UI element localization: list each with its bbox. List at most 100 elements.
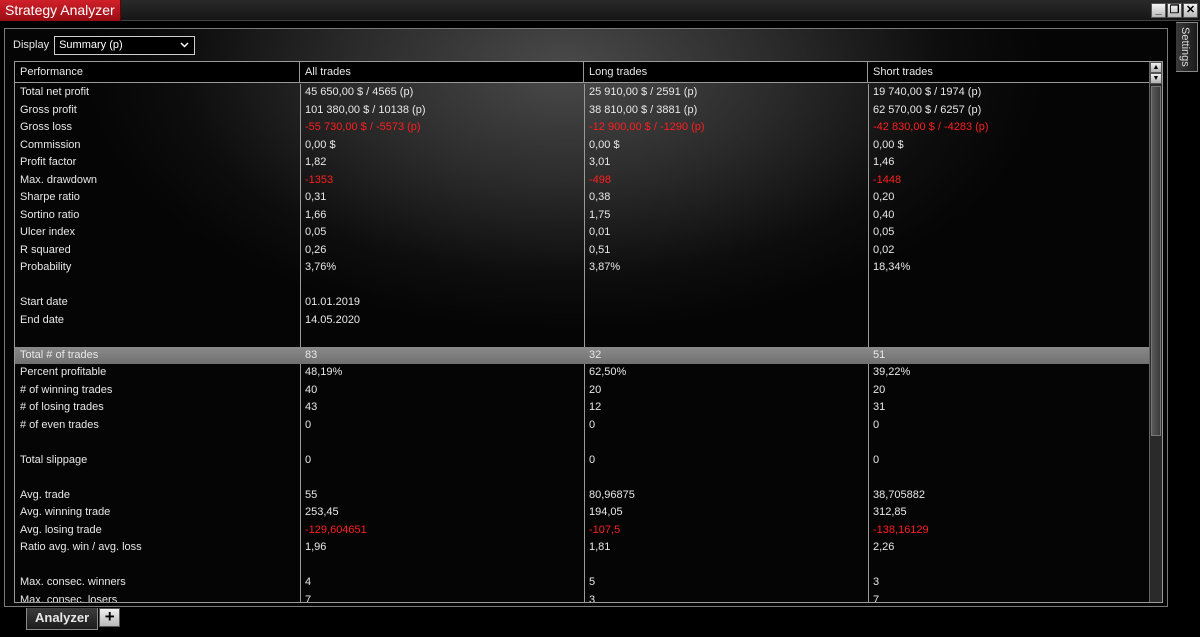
cell-all-trades: 7 [305, 593, 312, 603]
table-row[interactable]: Avg. trade 55 80,96875 38,705882 [15, 487, 1150, 505]
table-row[interactable]: End date 14.05.2020 [15, 312, 1150, 330]
table-row[interactable]: Total slippage 0 0 0 [15, 452, 1150, 470]
tab-analyzer[interactable]: Analyzer [26, 608, 99, 630]
table-row[interactable] [15, 329, 1150, 347]
cell-all-trades [300, 469, 584, 487]
display-dropdown-value: Summary (p) [59, 38, 123, 51]
cell-short-trades: 0,40 [873, 208, 895, 221]
row-label: Avg. losing trade [20, 523, 102, 536]
table-row[interactable]: Probability 3,76% 3,87% 18,34% [15, 259, 1150, 277]
table-row[interactable]: Max. consec. winners 4 5 3 [15, 574, 1150, 592]
column-header-short-trades[interactable]: Short trades [868, 62, 1150, 83]
cell-short-trades: 62 570,00 $ / 6257 (p) [873, 103, 982, 116]
column-header-performance[interactable]: Performance [15, 62, 300, 83]
table-row[interactable] [15, 469, 1150, 487]
table-row[interactable]: # of losing trades 43 12 31 [15, 399, 1150, 417]
table-row[interactable]: Max. consec. losers 7 3 7 [15, 592, 1150, 603]
performance-grid: Performance All trades Long trades Short… [14, 61, 1163, 603]
cell-short-trades: 20 [873, 383, 886, 396]
vertical-scrollbar[interactable]: ▲ ▼ [1149, 62, 1162, 602]
restore-button[interactable]: ❐ [1167, 3, 1182, 18]
table-row[interactable]: Commission 0,00 $ 0,00 $ 0,00 $ [15, 137, 1150, 155]
row-label [15, 557, 300, 575]
table-row[interactable] [15, 557, 1150, 575]
cell-all-trades: 0,31 [305, 191, 327, 203]
cell-all-trades: 01.01.2019 [305, 296, 361, 308]
table-row[interactable]: Start date 01.01.2019 [15, 294, 1150, 312]
cell-all-trades [300, 434, 584, 452]
settings-side-tab[interactable]: Settings [1176, 22, 1198, 72]
cell-long-trades: 3 [589, 593, 596, 603]
table-row[interactable]: R squared 0,26 0,51 0,02 [15, 242, 1150, 260]
cell-short-trades: 2,26 [873, 541, 895, 553]
cell-long-trades: 3,87% [589, 261, 621, 273]
close-button[interactable]: ✕ [1183, 3, 1198, 18]
row-label: # of losing trades [20, 401, 104, 413]
table-row[interactable] [15, 434, 1150, 452]
cell-long-trades: 1,81 [589, 541, 611, 553]
cell-all-trades: -129,604651 [305, 523, 367, 536]
bottom-tab-bar: Analyzer + [26, 608, 121, 630]
column-header-all-trades[interactable]: All trades [300, 62, 584, 83]
cell-short-trades: 39,22% [873, 366, 911, 378]
cell-long-trades: 12 [589, 401, 602, 413]
table-row[interactable]: Total net profit 45 650,00 $ / 4565 (p) 25… [15, 84, 1150, 102]
row-label: Profit factor [20, 156, 77, 168]
cell-short-trades [868, 469, 1150, 487]
cell-short-trades: 7 [873, 593, 880, 603]
scroll-down-button[interactable]: ▼ [1150, 73, 1162, 84]
cell-all-trades [300, 329, 584, 347]
table-row[interactable] [15, 277, 1150, 295]
cell-long-trades [584, 312, 868, 330]
row-label: Ratio avg. win / avg. loss [20, 541, 142, 553]
table-row[interactable]: Profit factor 1,82 3,01 1,46 [15, 154, 1150, 172]
table-row[interactable]: Max. drawdown -1353 -498 -1448 [15, 172, 1150, 190]
cell-long-trades [584, 277, 868, 295]
cell-all-trades [300, 277, 584, 295]
settings-tab-label: Settings [1179, 27, 1191, 67]
table-row[interactable]: # of even trades 0 0 0 [15, 417, 1150, 435]
cell-all-trades: 4 [305, 576, 312, 588]
cell-long-trades: 0 [589, 418, 596, 431]
cell-long-trades: 0,00 $ [589, 138, 620, 151]
table-row[interactable]: # of winning trades 40 20 20 [15, 382, 1150, 400]
cell-short-trades: 38,705882 [873, 488, 925, 501]
cell-long-trades [584, 434, 868, 452]
cell-long-trades: 25 910,00 $ / 2591 (p) [589, 86, 698, 98]
scroll-up-button[interactable]: ▲ [1150, 62, 1162, 73]
cell-long-trades: 0,38 [589, 191, 611, 203]
cell-short-trades [868, 329, 1150, 347]
table-row[interactable]: Ratio avg. win / avg. loss 1,96 1,81 2,26 [15, 539, 1150, 557]
column-header-long-trades[interactable]: Long trades [584, 62, 868, 83]
cell-long-trades: 62,50% [589, 366, 627, 378]
cell-all-trades: -55 730,00 $ / -5573 (p) [305, 121, 421, 133]
table-row[interactable]: Sortino ratio 1,66 1,75 0,40 [15, 207, 1150, 225]
table-row[interactable]: Ulcer index 0,05 0,01 0,05 [15, 224, 1150, 242]
table-row[interactable]: Avg. winning trade 253,45 194,05 312,85 [15, 504, 1150, 522]
row-label [15, 469, 300, 487]
table-row[interactable]: Gross profit 101 380,00 $ / 10138 (p) 38 8… [15, 102, 1150, 120]
row-label: # of even trades [20, 418, 99, 431]
table-row[interactable]: Avg. losing trade -129,604651 -107,5 -138,1… [15, 522, 1150, 540]
table-row[interactable]: Percent profitable 48,19% 62,50% 39,22% [15, 364, 1150, 382]
scroll-thumb[interactable] [1151, 86, 1161, 436]
minimize-button[interactable]: _ [1151, 3, 1166, 18]
grid-header: Performance All trades Long trades Short… [15, 62, 1150, 83]
cell-short-trades: -138,16129 [873, 523, 929, 536]
row-label: Total # of trades [20, 348, 99, 361]
cell-short-trades: 18,34% [873, 261, 911, 273]
cell-short-trades [868, 557, 1150, 575]
cell-short-trades: 0,05 [873, 226, 895, 238]
table-row[interactable]: Total # of trades 83 32 51 [15, 346, 1150, 364]
window-title: Strategy Analyzer [0, 0, 121, 21]
table-row[interactable]: Gross loss -55 730,00 $ / -5573 (p) -12 90… [15, 119, 1150, 137]
row-label: End date [20, 313, 65, 326]
cell-all-trades: -1353 [305, 173, 334, 186]
display-dropdown[interactable]: Summary (p) [54, 35, 196, 55]
cell-all-trades: 55 [305, 488, 318, 501]
cell-long-trades [584, 469, 868, 487]
table-row[interactable]: Sharpe ratio 0,31 0,38 0,20 [15, 189, 1150, 207]
add-tab-button[interactable]: + [99, 608, 121, 627]
cell-all-trades: 0,05 [305, 226, 327, 238]
cell-all-trades: 101 380,00 $ / 10138 (p) [305, 103, 426, 116]
